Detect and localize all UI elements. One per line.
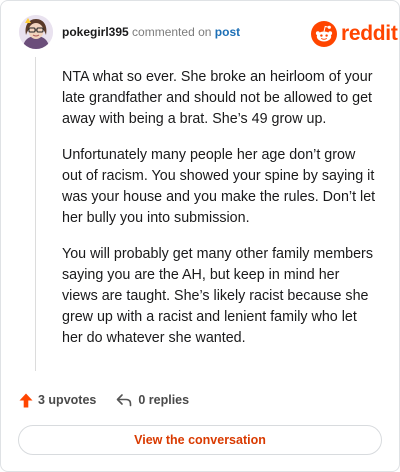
post-link[interactable]: post (215, 25, 240, 39)
upvote-arrow-icon (19, 393, 33, 407)
user-avatar-icon (19, 15, 53, 49)
comment-card: pokegirl395 commented on post reddit NTA… (0, 0, 400, 472)
comment-paragraph: You will probably get many other family … (62, 246, 373, 346)
upvote-button[interactable]: 3 upvotes (19, 393, 96, 408)
reddit-wordmark: reddit (341, 22, 398, 45)
thread-line (35, 57, 36, 371)
comment-body: NTA what so ever. She broke an heirloom … (62, 67, 378, 364)
comment-header: pokegirl395 commented on post (62, 25, 240, 39)
avatar[interactable] (19, 15, 53, 49)
action-text: commented on (132, 25, 212, 39)
view-conversation-button[interactable]: View the conversation (18, 425, 382, 455)
comment-actions: 3 upvotes 0 replies (19, 391, 189, 409)
reply-arrow-icon (117, 394, 132, 407)
comment-paragraph: Unfortunately many people her age don’t … (62, 147, 376, 226)
replies-button[interactable]: 0 replies (116, 393, 189, 407)
upvote-count: 3 upvotes (38, 393, 97, 407)
comment-paragraph: NTA what so ever. She broke an heirloom … (62, 69, 373, 127)
reddit-logo[interactable]: reddit (311, 20, 398, 48)
reddit-snoo-icon (311, 21, 337, 47)
username[interactable]: pokegirl395 (62, 25, 129, 39)
reply-count: 0 replies (138, 393, 190, 407)
